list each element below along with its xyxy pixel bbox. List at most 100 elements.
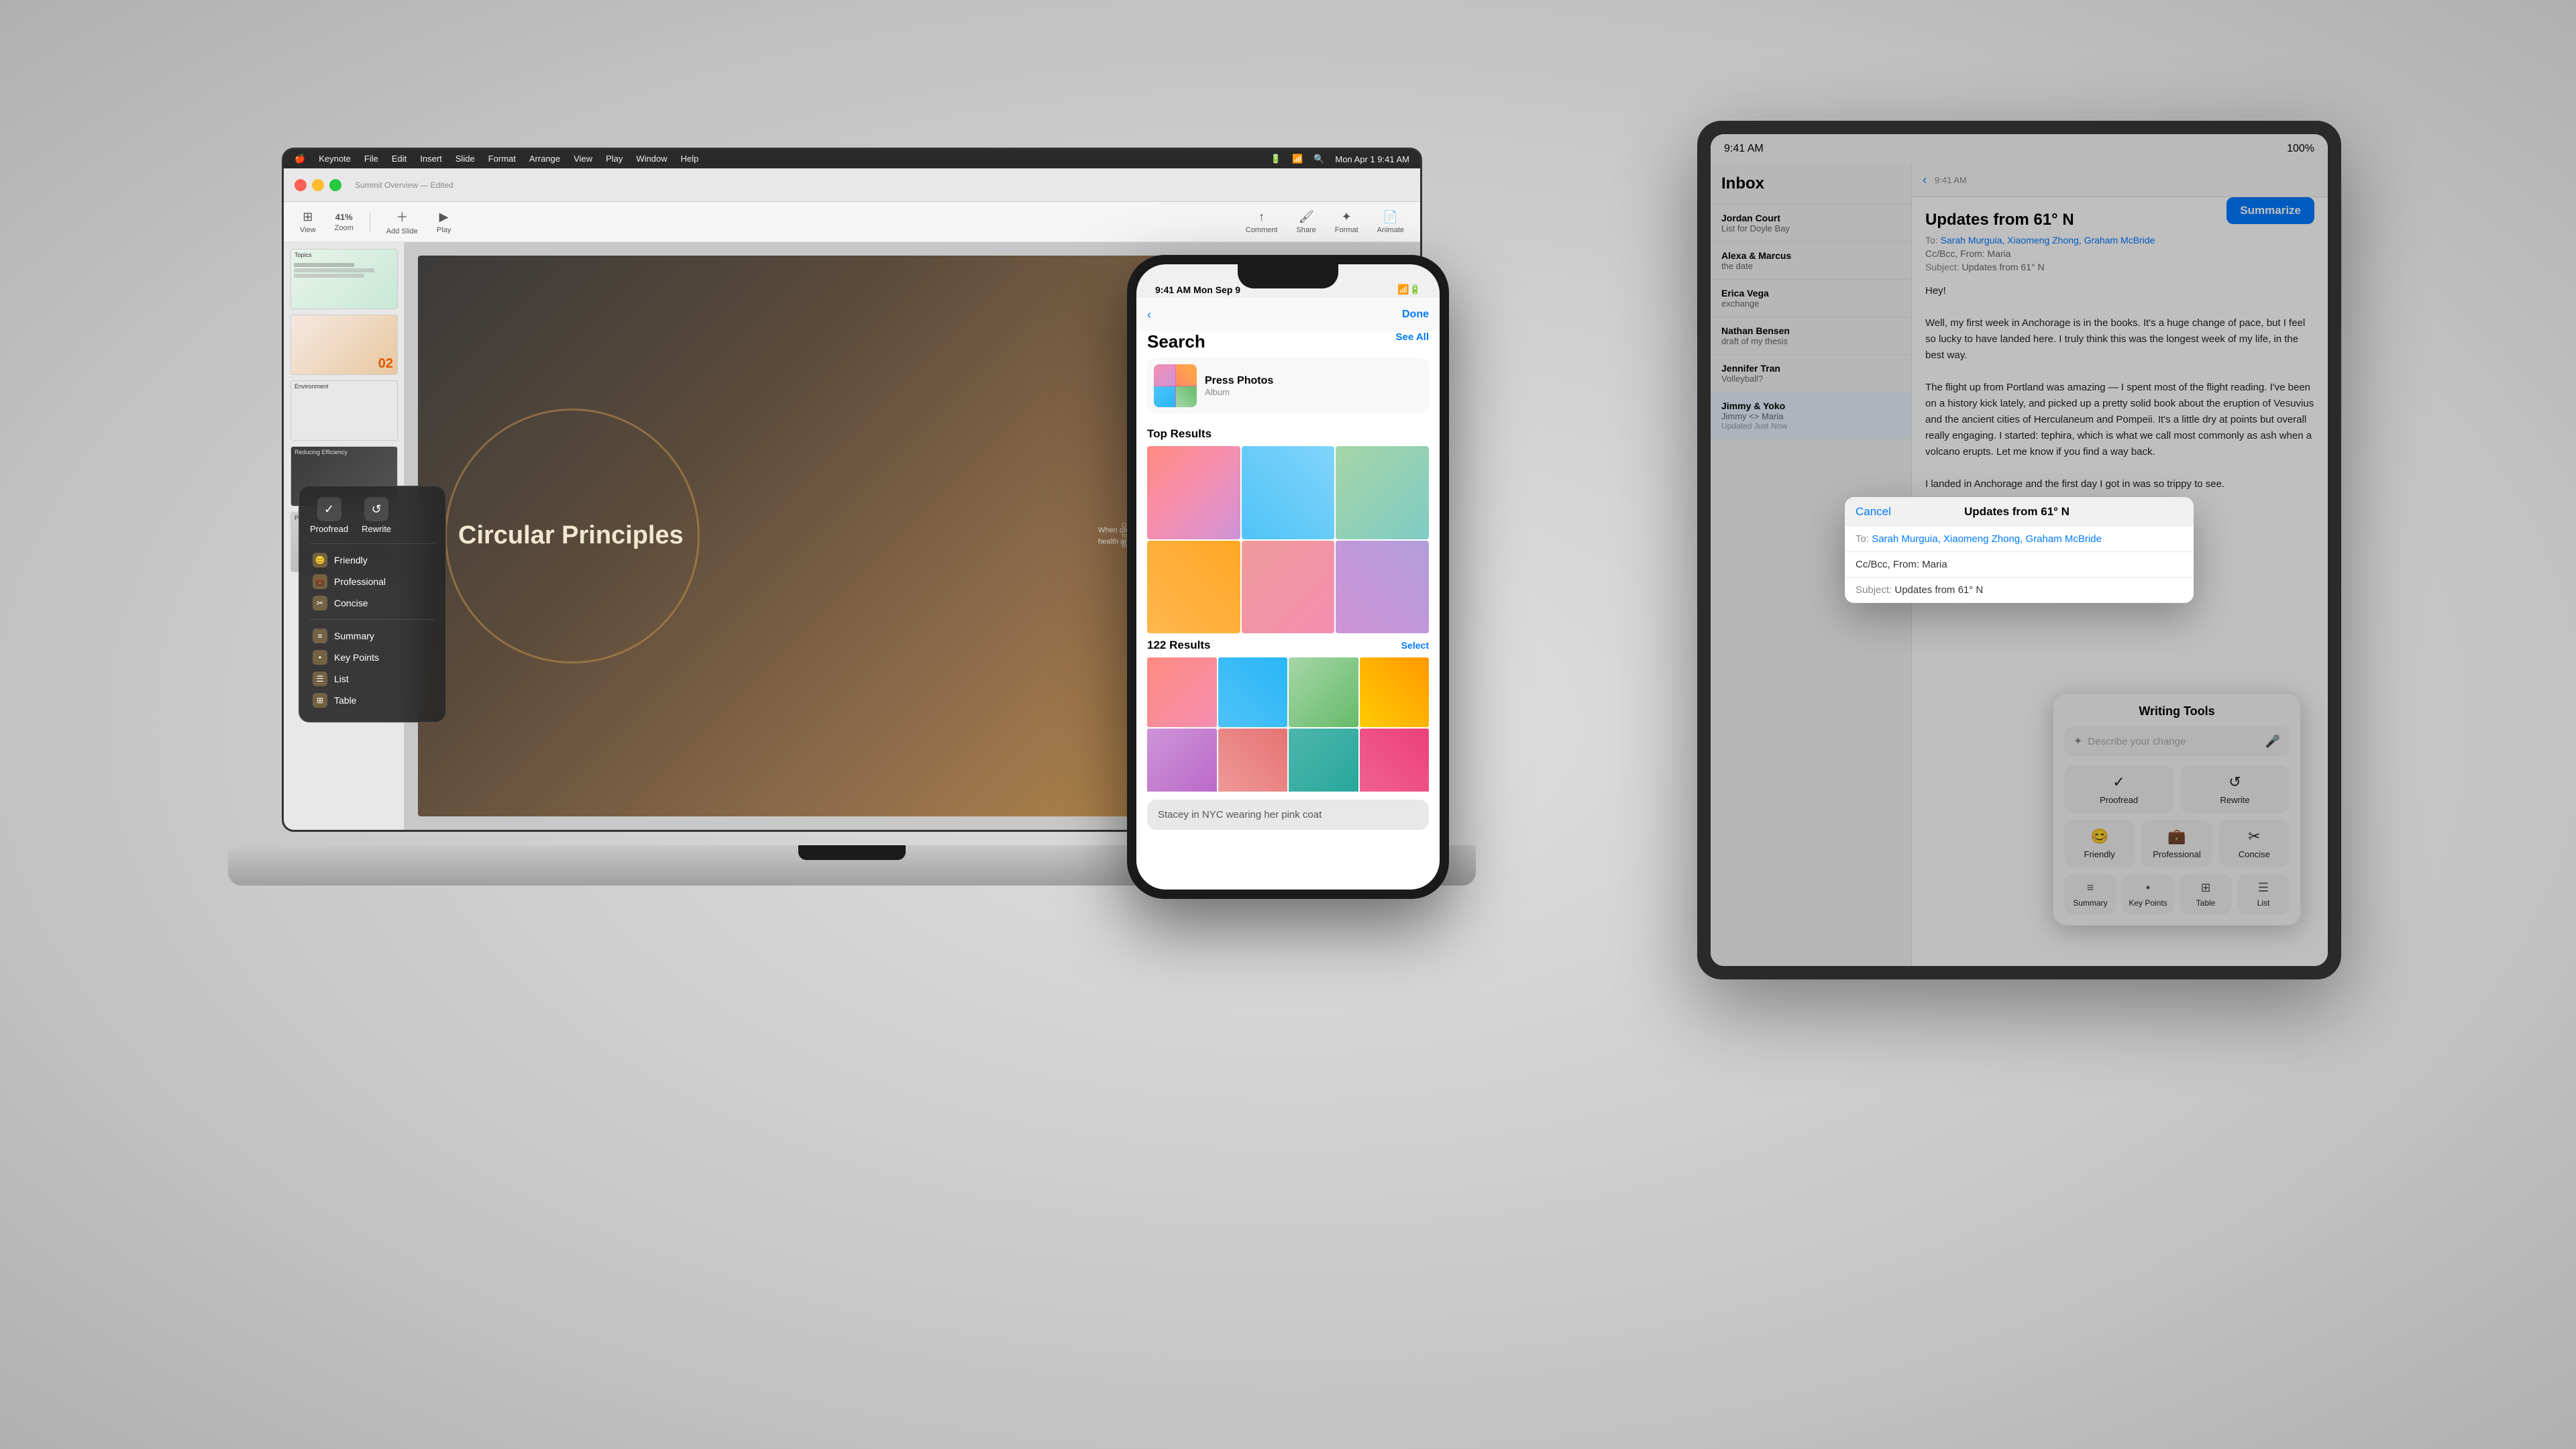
photo-2[interactable] bbox=[1242, 446, 1335, 539]
summary-label: Summary bbox=[334, 631, 374, 641]
search-bottom-text: Stacey in NYC wearing her pink coat bbox=[1158, 809, 1418, 820]
select-btn[interactable]: Select bbox=[1401, 640, 1429, 651]
zoom-label: Zoom bbox=[335, 224, 354, 232]
toolbar-play[interactable]: ▶ Play bbox=[431, 207, 456, 237]
edit-menu[interactable]: Edit bbox=[392, 154, 407, 164]
slide-title[interactable]: Circular Principles bbox=[458, 521, 684, 551]
compose-subject-field[interactable]: Subject: Updates from 61° N bbox=[1845, 578, 2194, 603]
file-menu[interactable]: File bbox=[364, 154, 378, 164]
photo-b3[interactable] bbox=[1289, 657, 1358, 727]
back-button[interactable]: ‹ bbox=[1147, 308, 1151, 322]
wifi-icon: 📶 bbox=[1292, 154, 1303, 164]
wt-mac-summary[interactable]: ≡ Summary bbox=[310, 625, 435, 647]
friendly-icon: 😊 bbox=[313, 553, 327, 568]
professional-icon: 💼 bbox=[313, 574, 327, 589]
top-results-text: Top Results bbox=[1147, 427, 1212, 440]
play-menu[interactable]: Play bbox=[606, 154, 623, 164]
slide-number-2: 02 bbox=[378, 356, 393, 372]
album-grid-cell-2 bbox=[1176, 364, 1197, 386]
photo-b6[interactable] bbox=[1218, 729, 1288, 792]
compose-window: Cancel Updates from 61° N To: Sarah Murg… bbox=[1845, 497, 2194, 603]
insert-menu[interactable]: Insert bbox=[420, 154, 442, 164]
album-info: Press Photos Album bbox=[1205, 375, 1273, 397]
add-slide-label: Add Slide bbox=[386, 227, 418, 235]
see-all-link[interactable]: See All bbox=[1396, 331, 1429, 343]
share-label: Comment bbox=[1246, 226, 1278, 234]
toolbar-zoom[interactable]: 41% Zoom bbox=[329, 209, 359, 235]
wt-mac-table[interactable]: ⊞ Table bbox=[310, 690, 435, 711]
photo-5[interactable] bbox=[1242, 541, 1335, 634]
slide-thumb-2[interactable]: 02 bbox=[290, 315, 398, 375]
album-result[interactable]: Press Photos Album bbox=[1147, 358, 1429, 414]
photos-nav: ‹ Done bbox=[1136, 298, 1440, 331]
wt-mac-keypoints[interactable]: • Key Points bbox=[310, 647, 435, 668]
slide-thumb-1[interactable]: Topics bbox=[290, 249, 398, 309]
photo-b2[interactable] bbox=[1218, 657, 1288, 727]
compose-cancel-btn[interactable]: Cancel bbox=[1856, 505, 1891, 519]
arrange-menu[interactable]: Arrange bbox=[529, 154, 560, 164]
friendly-label: Friendly bbox=[334, 555, 368, 566]
search-title-text: Search bbox=[1147, 331, 1205, 352]
photo-b5[interactable] bbox=[1147, 729, 1217, 792]
animate-label: Format bbox=[1335, 226, 1358, 234]
album-name: Press Photos bbox=[1205, 375, 1273, 387]
compose-to-value[interactable]: Sarah Murguia, Xiaomeng Zhong, Graham Mc… bbox=[1872, 533, 2102, 545]
wt-mac-professional[interactable]: 💼 Professional bbox=[310, 571, 435, 592]
toolbar-view[interactable]: ⊞ View bbox=[294, 207, 321, 237]
wt-mac-top-row: ✓ Proofread ↺ Rewrite bbox=[310, 497, 435, 534]
window-menu[interactable]: Window bbox=[636, 154, 667, 164]
wt-mac-concise[interactable]: ✂ Concise bbox=[310, 592, 435, 614]
play-icon: ▶ bbox=[439, 210, 449, 224]
minimize-button[interactable] bbox=[312, 179, 324, 191]
app-name-menu[interactable]: Keynote bbox=[319, 154, 351, 164]
photo-b1[interactable] bbox=[1147, 657, 1217, 727]
help-menu[interactable]: Help bbox=[681, 154, 699, 164]
view-menu[interactable]: View bbox=[574, 154, 592, 164]
toolbar-share[interactable]: ↑ Comment bbox=[1240, 207, 1283, 237]
photo-b7[interactable] bbox=[1289, 729, 1358, 792]
compose-subject-value: Updates from 61° N bbox=[1894, 584, 1983, 596]
compose-cc-field[interactable]: Cc/Bcc, From: Maria bbox=[1845, 552, 2194, 578]
to-label: To: bbox=[1856, 533, 1872, 545]
play-label: Play bbox=[437, 226, 451, 234]
iphone-time: 9:41 AM Mon Sep 9 bbox=[1155, 284, 1240, 295]
wt-mac-friendly[interactable]: 😊 Friendly bbox=[310, 549, 435, 571]
format-menu[interactable]: Format bbox=[488, 154, 516, 164]
share-icon: ↑ bbox=[1258, 210, 1265, 224]
photo-b4[interactable] bbox=[1360, 657, 1430, 727]
photo-4[interactable] bbox=[1147, 541, 1240, 634]
photo-grid-bottom bbox=[1147, 657, 1429, 792]
photo-b8[interactable] bbox=[1360, 729, 1430, 792]
keynote-doc-title: Summit Overview — Edited bbox=[355, 180, 453, 190]
list-icon: ☰ bbox=[313, 672, 327, 686]
search-icon[interactable]: 🔍 bbox=[1313, 154, 1324, 164]
photo-1[interactable] bbox=[1147, 446, 1240, 539]
animate-icon: ✦ bbox=[1342, 210, 1352, 224]
photo-6[interactable] bbox=[1336, 541, 1429, 634]
wt-mac-rewrite-btn[interactable]: ↺ Rewrite bbox=[362, 497, 391, 534]
toolbar-document[interactable]: 📄 Animate bbox=[1372, 207, 1409, 237]
slide-menu[interactable]: Slide bbox=[455, 154, 475, 164]
compose-to-field[interactable]: To: Sarah Murguia, Xiaomeng Zhong, Graha… bbox=[1845, 527, 2194, 552]
close-button[interactable] bbox=[294, 179, 307, 191]
results-count-row: 122 Results Select bbox=[1136, 633, 1440, 657]
view-label: View bbox=[300, 226, 316, 234]
slide-thumb-3[interactable]: Environment bbox=[290, 380, 398, 441]
top-results-label: Top Results bbox=[1136, 422, 1440, 446]
photo-3[interactable] bbox=[1336, 446, 1429, 539]
wt-mac-list[interactable]: ☰ List bbox=[310, 668, 435, 690]
toolbar-animate[interactable]: ✦ Format bbox=[1330, 207, 1364, 237]
toolbar-add-slide[interactable]: ＋ Add Slide bbox=[381, 205, 423, 238]
done-button[interactable]: Done bbox=[1402, 309, 1429, 321]
toolbar-format[interactable]: 🖌 Share bbox=[1291, 207, 1321, 237]
apple-menu[interactable]: 🍎 bbox=[294, 154, 305, 164]
wt-mac-proofread-btn[interactable]: ✓ Proofread bbox=[310, 497, 348, 534]
iphone-device: 9:41 AM Mon Sep 9 📶🔋 ‹ Done Search See A… bbox=[1127, 255, 1449, 899]
add-slide-icon: ＋ bbox=[396, 208, 408, 225]
fullscreen-button[interactable] bbox=[329, 179, 341, 191]
compose-header: Cancel Updates from 61° N bbox=[1845, 497, 2194, 527]
iphone-screen: 9:41 AM Mon Sep 9 📶🔋 ‹ Done Search See A… bbox=[1136, 264, 1440, 890]
format-icon: 🖌 bbox=[1299, 210, 1314, 224]
search-bottom-box[interactable]: Stacey in NYC wearing her pink coat bbox=[1147, 800, 1429, 830]
album-type: Album bbox=[1205, 387, 1273, 397]
